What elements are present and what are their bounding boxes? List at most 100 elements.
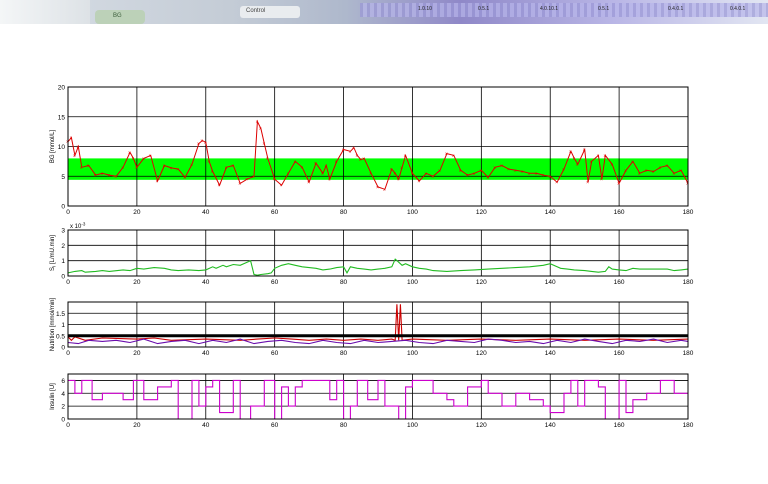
x-tick-label: 140: [545, 350, 556, 357]
x-tick-label: 40: [202, 279, 210, 286]
x-tick-label: 0: [66, 422, 70, 429]
data-point-marker: ×: [293, 159, 296, 165]
x-tick-label: 100: [407, 350, 418, 357]
y-tick-label: 1: [61, 258, 65, 265]
x-tick-label: 80: [340, 350, 348, 357]
x-tick-label: 180: [683, 209, 694, 216]
y-tick-label: 1.5: [56, 311, 65, 318]
y-tick-label: 0.5: [56, 333, 65, 340]
y-tick-label: 3: [61, 228, 65, 235]
data-point-marker: ×: [342, 147, 345, 153]
y-tick-label: 6: [61, 378, 65, 385]
x-tick-label: 80: [340, 209, 348, 216]
data-point-marker: ×: [231, 164, 234, 170]
x-tick-label: 0: [66, 209, 70, 216]
data-point-marker: ×: [576, 162, 579, 168]
x-tick-label: 100: [407, 422, 418, 429]
data-point-marker: ×: [262, 142, 265, 148]
data-point-marker: ×: [555, 180, 558, 186]
x-tick-label: 40: [202, 350, 210, 357]
data-point-marker: ×: [590, 159, 593, 165]
data-point-marker: ×: [255, 120, 258, 126]
data-point-marker: ×: [596, 153, 599, 159]
data-point-marker: ×: [328, 177, 331, 183]
data-point-marker: ×: [162, 164, 165, 170]
axis-exponent-label: x 10-3: [70, 222, 86, 231]
data-point-marker: ×: [445, 152, 448, 158]
data-point-marker: ×: [266, 156, 269, 162]
x-tick-label: 120: [476, 422, 487, 429]
data-point-marker: ×: [617, 181, 620, 187]
data-point-marker: ×: [273, 177, 276, 183]
data-point-marker: ×: [259, 127, 262, 133]
series-line: [68, 379, 688, 420]
data-point-marker: ×: [73, 153, 76, 159]
data-point-marker: ×: [514, 168, 517, 174]
data-point-marker: ×: [369, 171, 372, 177]
data-point-marker: ×: [204, 140, 207, 146]
data-point-marker: ×: [190, 162, 193, 168]
x-tick-label: 140: [545, 209, 556, 216]
data-point-marker: ×: [87, 164, 90, 170]
data-point-marker: ×: [176, 167, 179, 173]
data-point-marker: ×: [603, 153, 606, 159]
x-tick-label: 80: [340, 279, 348, 286]
data-point-marker: ×: [521, 169, 524, 175]
x-tick-label: 140: [545, 279, 556, 286]
y-tick-label: 0: [61, 204, 65, 211]
data-point-marker: ×: [352, 146, 355, 152]
y-tick-label: 0: [61, 417, 65, 424]
data-point-marker: ×: [424, 171, 427, 177]
data-point-marker: ×: [486, 175, 489, 181]
chart-panel-4: 0 20 40 60 80 100 120 140 160 180 0 2 4 6 Insulin [U]: [50, 373, 694, 429]
data-point-marker: ×: [645, 168, 648, 174]
x-tick-label: 0: [66, 279, 70, 286]
data-point-marker: ×: [665, 164, 668, 170]
y-tick-label: 0: [61, 345, 65, 352]
data-point-marker: ×: [224, 165, 227, 171]
axis-exponent-power: -3: [81, 222, 85, 227]
x-tick-label: 40: [202, 209, 210, 216]
data-point-marker: ×: [135, 165, 138, 171]
data-point-marker: ×: [397, 177, 400, 183]
data-point-marker: ×: [321, 171, 324, 177]
data-point-marker: ×: [286, 171, 289, 177]
y-tick-label: 2: [61, 404, 65, 411]
data-point-marker: ×: [314, 161, 317, 167]
x-tick-label: 100: [407, 209, 418, 216]
data-point-marker: ×: [610, 162, 613, 168]
data-point-marker: ×: [534, 171, 537, 177]
data-point-marker: ×: [362, 156, 365, 162]
x-tick-label: 180: [683, 350, 694, 357]
x-tick-label: 20: [133, 422, 141, 429]
data-point-marker: ×: [149, 153, 152, 159]
x-tick-label: 160: [614, 209, 625, 216]
data-point-marker: ×: [569, 149, 572, 155]
chart-panel-2: 0 20 40 60 80 100 120 140 160 180 0 1 2 3 SI [L/mU.min…: [50, 222, 694, 287]
x-tick-label: 160: [614, 279, 625, 286]
data-point-marker: ×: [583, 147, 586, 153]
data-point-marker: ×: [452, 153, 455, 159]
y-tick-label: 1: [61, 322, 65, 329]
y-tick-label: 4: [61, 391, 65, 398]
y-axis-label: SI [L/mU.min]: [50, 235, 57, 271]
x-tick-label: 120: [476, 209, 487, 216]
data-point-marker: ×: [114, 174, 117, 180]
data-point-marker: ×: [218, 183, 221, 189]
data-point-marker: ×: [562, 167, 565, 173]
charts-figure: × × × × × × × × × × × × × × × × × × × × × × × × × × × × × × × × × × × × × × × ×…: [50, 85, 694, 430]
data-point-marker: ×: [142, 156, 145, 162]
data-point-marker: ×: [472, 171, 475, 177]
x-tick-label: 160: [614, 350, 625, 357]
data-point-marker: ×: [207, 159, 210, 165]
y-tick-label: 2: [61, 243, 65, 250]
data-point-marker: ×: [417, 179, 420, 185]
data-point-marker: ×: [586, 180, 589, 186]
x-tick-label: 180: [683, 279, 694, 286]
data-point-marker: ×: [245, 177, 248, 183]
data-point-marker: ×: [183, 175, 186, 181]
chart-panel-3: 0 20 40 60 80 100 120 140 160 180 0 0.5 1 1.5Nutritio…: [50, 297, 694, 357]
data-point-marker: ×: [672, 171, 675, 177]
data-point-marker: ×: [69, 136, 72, 142]
data-point-marker: ×: [479, 168, 482, 174]
